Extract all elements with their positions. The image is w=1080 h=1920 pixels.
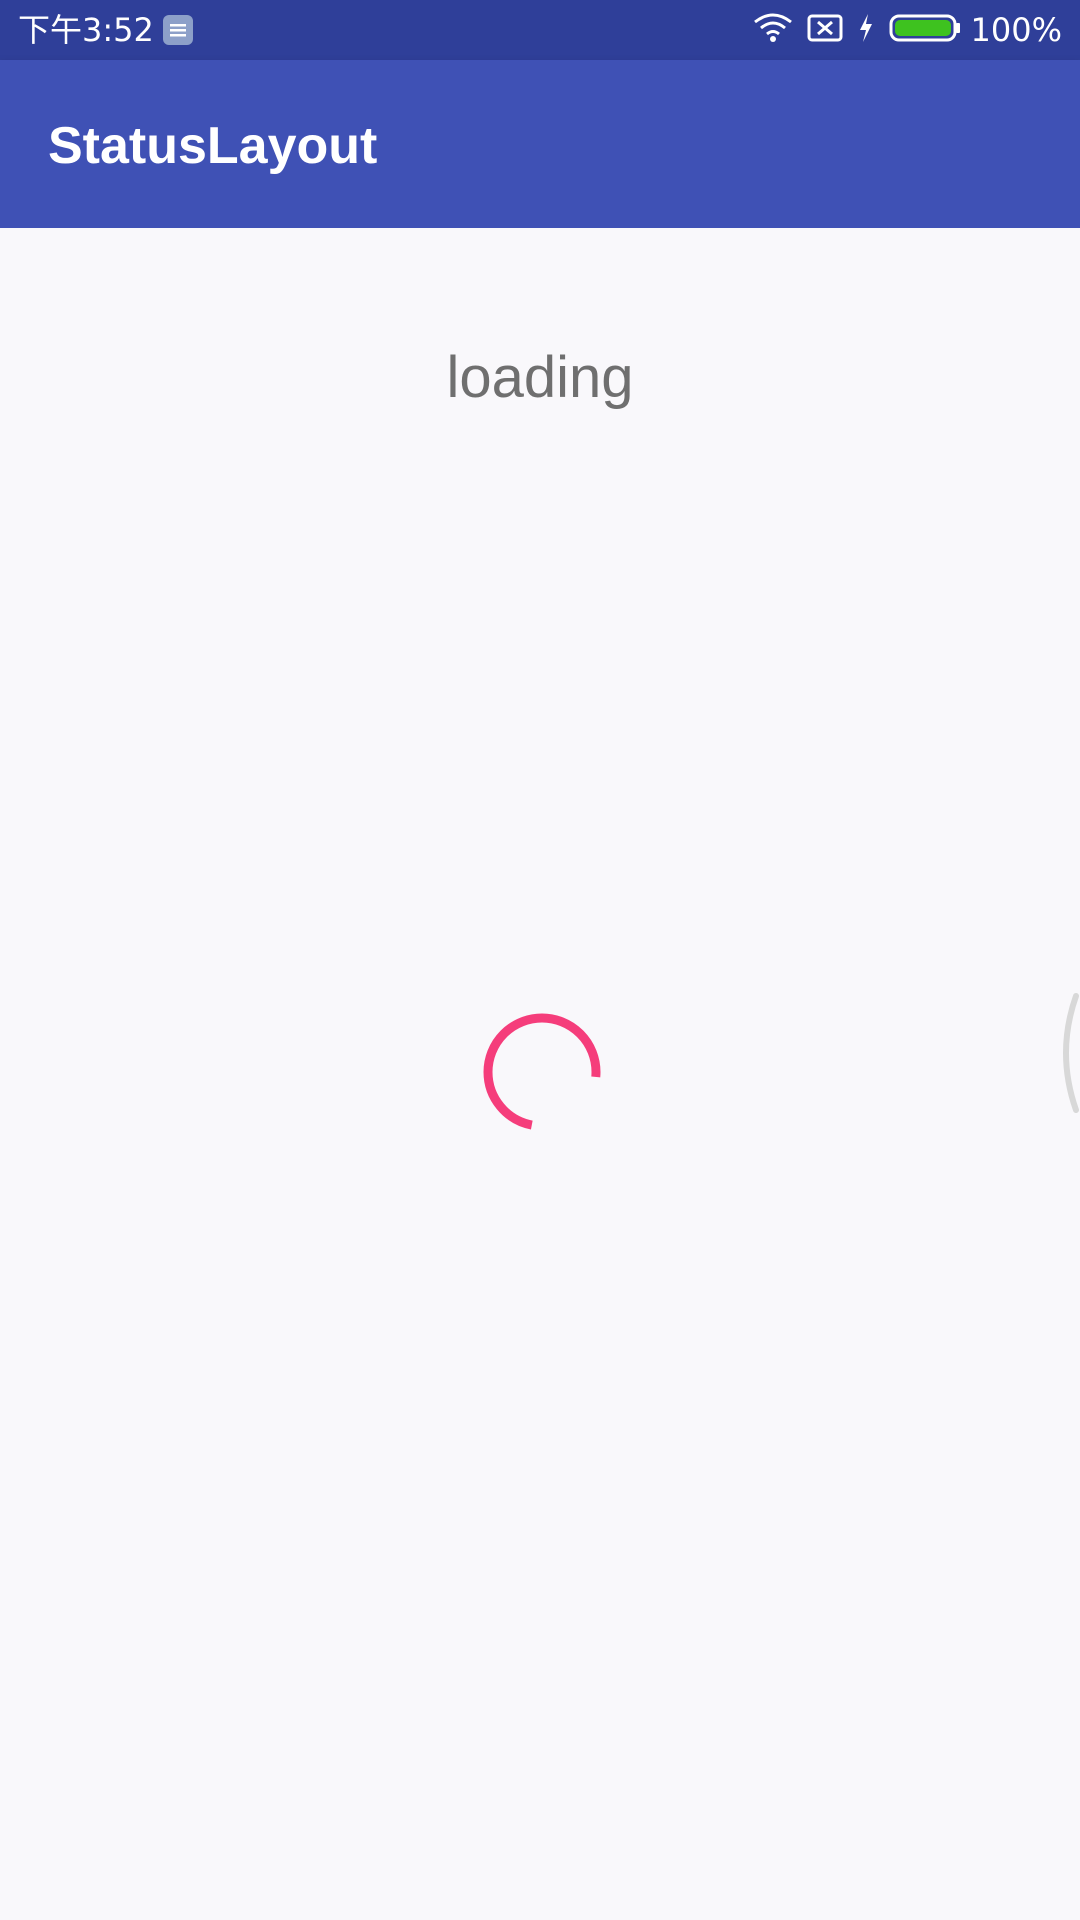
status-time: 下午3:52 xyxy=(18,11,154,49)
app-bar: StatusLayout xyxy=(0,60,1080,228)
no-sim-icon xyxy=(807,12,843,48)
battery-percent: 100% xyxy=(970,11,1062,49)
loading-spinner xyxy=(482,1012,602,1132)
app-title: StatusLayout xyxy=(48,117,378,175)
status-icons: 100% xyxy=(739,10,1062,50)
wifi-icon xyxy=(753,12,793,48)
status-bar: 下午3:52 100% xyxy=(0,0,1080,60)
loading-text: loading xyxy=(446,345,634,410)
charging-icon xyxy=(857,12,875,48)
edge-swipe-handle[interactable] xyxy=(1050,988,1080,1118)
battery-icon xyxy=(889,13,961,47)
notification-icon xyxy=(162,14,194,46)
content-area: loading xyxy=(0,228,1080,1920)
